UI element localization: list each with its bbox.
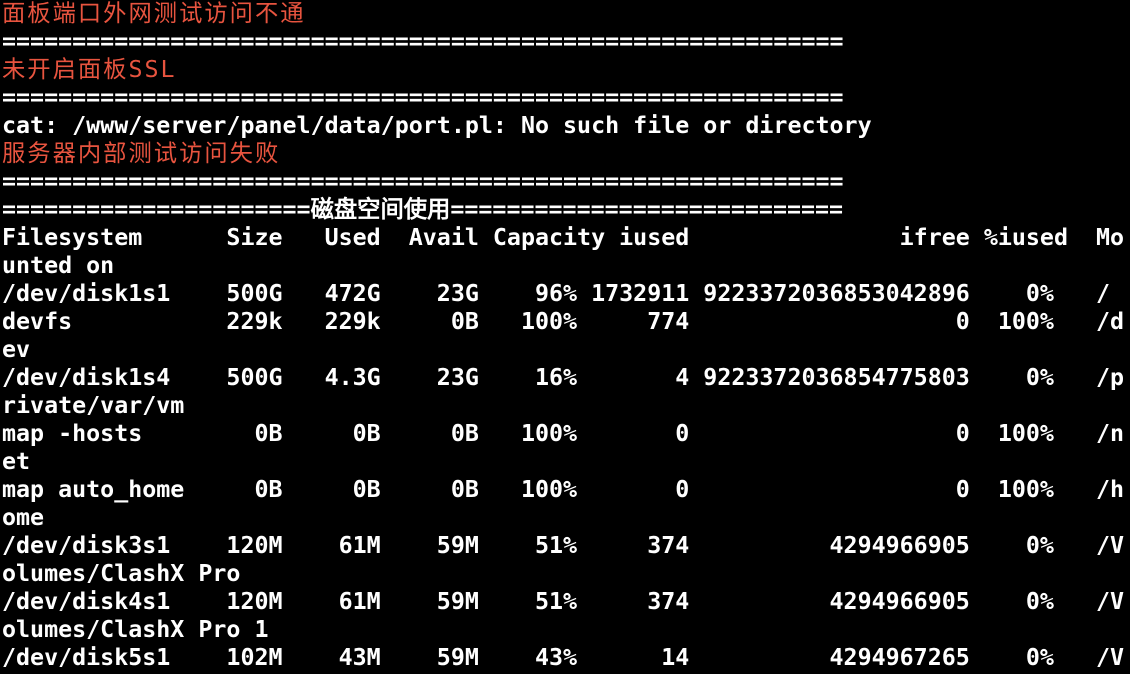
terminal-line: map -hosts 0B 0B 0B 100% 0 0 100% /n [2,420,1125,447]
terminal-line: /dev/disk3s1 120M 61M 59M 51% 374 429496… [2,532,1125,559]
terminal-line: rivate/var/vm [2,392,185,419]
terminal-line: ========================================… [2,84,844,111]
terminal-line: ome [2,504,45,531]
terminal-output[interactable]: 面板端口外网测试访问不通 ============================… [0,0,1130,674]
warning-message-line: 服务器内部测试访问失败 [2,140,281,167]
terminal-line: /dev/disk1s1 500G 472G 23G 96% 1732911 9… [2,280,1111,307]
terminal-line: ========================================… [2,168,844,195]
terminal-line: ========================================… [2,28,844,55]
terminal-line: ======================磁盘空间使用============… [2,196,844,223]
terminal-line: /dev/disk4s1 120M 61M 59M 51% 374 429496… [2,588,1125,615]
terminal-line: olumes/ClashX Pro 1 [2,616,269,643]
terminal-line: unted on [2,252,115,279]
warning-message-line: 面板端口外网测试访问不通 [2,0,306,27]
terminal-line: olumes/ClashX Pro [2,560,241,587]
terminal-line: map auto_home 0B 0B 0B 100% 0 0 100% /h [2,476,1125,503]
terminal-line: Filesystem Size Used Avail Capacity iuse… [2,224,1125,251]
terminal-line: ev [2,336,31,363]
warning-message-line: 未开启面板SSL [2,56,177,83]
terminal-line: /dev/disk5s1 102M 43M 59M 43% 14 4294967… [2,644,1125,671]
terminal-line: /dev/disk1s4 500G 4.3G 23G 16% 4 9223372… [2,364,1125,391]
terminal-line: et [2,448,31,475]
terminal-line: cat: /www/server/panel/data/port.pl: No … [2,112,872,139]
terminal-line: devfs 229k 229k 0B 100% 774 0 100% /d [2,308,1125,335]
